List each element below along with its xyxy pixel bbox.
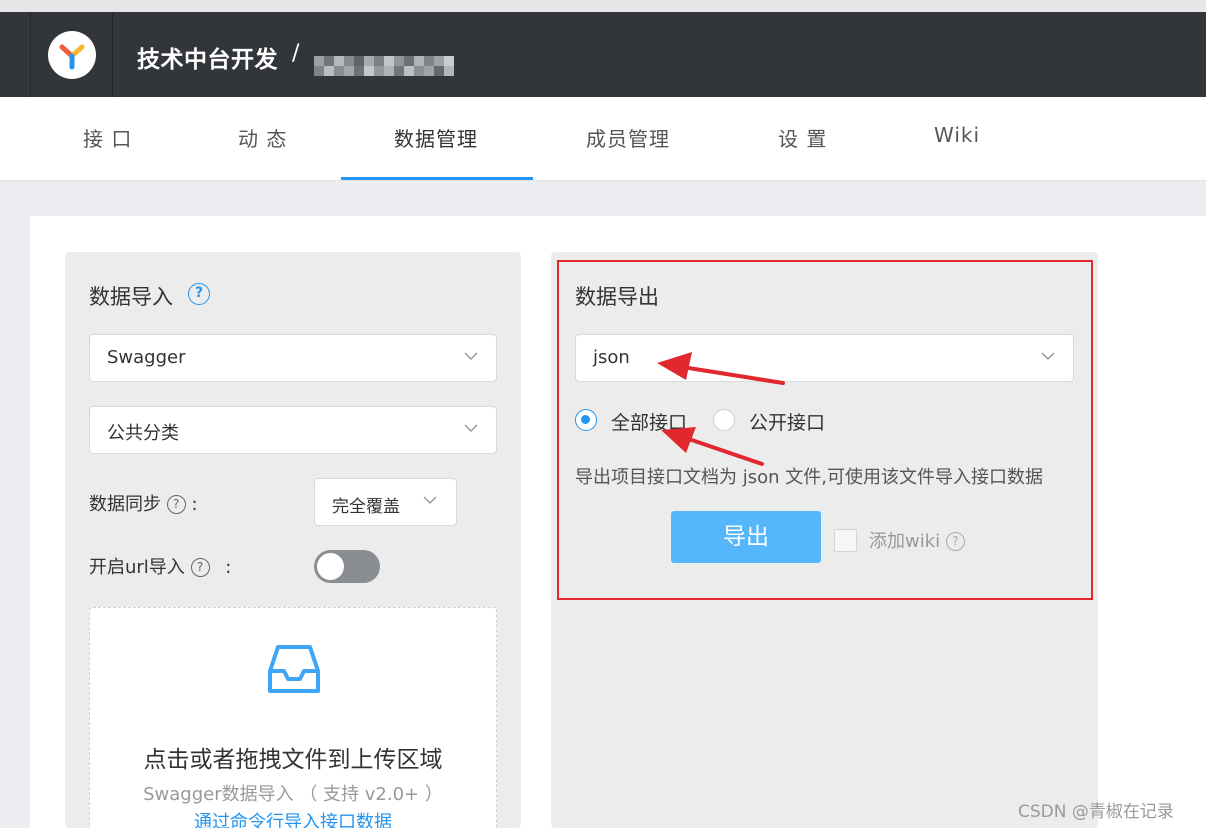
export-button[interactable]: 导出: [671, 511, 821, 563]
question-circle-icon[interactable]: ?: [188, 283, 210, 305]
tab-settings[interactable]: 设 置: [778, 123, 827, 152]
tab-interface[interactable]: 接 口: [83, 123, 132, 152]
tab-data-management[interactable]: 数据管理: [394, 123, 478, 152]
chevron-down-icon: [464, 424, 478, 433]
app-header: 技术中台开发 /: [0, 12, 1206, 97]
url-import-label: 开启url导入 ? :: [89, 553, 231, 579]
tab-member-management[interactable]: 成员管理: [586, 123, 670, 152]
active-tab-indicator: [341, 177, 533, 180]
question-circle-icon[interactable]: ?: [190, 558, 210, 577]
watermark: CSDN @青椒在记录: [1018, 802, 1174, 822]
radio-public-interfaces[interactable]: [713, 409, 735, 431]
add-wiki-text: 添加wiki: [869, 531, 941, 552]
data-sync-label: 数据同步 ? :: [89, 490, 198, 516]
export-description: 导出项目接口文档为 json 文件,可使用该文件导入接口数据: [575, 467, 1043, 488]
data-sync-colon: :: [191, 494, 198, 515]
chevron-down-icon: [423, 496, 437, 505]
url-import-colon: :: [225, 557, 232, 578]
export-format-select[interactable]: json: [575, 334, 1074, 382]
project-nav-tabs: 接 口 动 态 数据管理 成员管理 设 置 Wiki: [0, 97, 1206, 181]
dropzone-subtitle: Swagger数据导入 （ 支持 v2.0+ ）: [143, 784, 443, 805]
chevron-down-icon: [1041, 352, 1055, 361]
add-wiki-checkbox[interactable]: [834, 529, 857, 552]
breadcrumb-separator: /: [292, 41, 300, 66]
window-top-strip: [0, 0, 1206, 12]
chevron-down-icon: [464, 352, 478, 361]
tab-wiki[interactable]: Wiki: [934, 123, 980, 147]
cli-import-link[interactable]: 通过命令行导入接口数据: [90, 808, 496, 828]
question-circle-icon[interactable]: ?: [166, 495, 186, 514]
data-sync-select[interactable]: 完全覆盖: [314, 478, 457, 526]
import-title: 数据导入: [89, 285, 173, 309]
upload-dropzone[interactable]: 点击或者拖拽文件到上传区域 Swagger数据导入 （ 支持 v2.0+ ） 通…: [89, 607, 497, 828]
data-sync-text: 数据同步: [89, 494, 161, 515]
import-format-select[interactable]: Swagger: [89, 334, 497, 382]
import-format-value: Swagger: [107, 347, 186, 368]
data-sync-value: 完全覆盖: [332, 497, 400, 517]
import-category-value: 公共分类: [107, 423, 179, 444]
url-import-text: 开启url导入: [89, 557, 185, 578]
add-wiki-label: 添加wiki ?: [869, 527, 965, 553]
url-import-toggle[interactable]: [314, 550, 380, 583]
tab-activity[interactable]: 动 态: [238, 123, 287, 152]
dropzone-title: 点击或者拖拽文件到上传区域: [143, 747, 443, 773]
toggle-knob: [317, 553, 344, 580]
radio-all-interfaces[interactable]: [575, 409, 597, 431]
logo-container[interactable]: [30, 12, 113, 97]
export-format-value: json: [593, 347, 630, 368]
blurred-project-name: [314, 56, 459, 78]
radio-all-interfaces-label[interactable]: 全部接口: [611, 408, 687, 435]
inbox-icon: [268, 645, 320, 693]
radio-public-interfaces-label[interactable]: 公开接口: [749, 408, 825, 435]
yapi-logo-icon: [48, 31, 96, 79]
question-circle-icon[interactable]: ?: [945, 532, 965, 551]
import-category-select[interactable]: 公共分类: [89, 406, 497, 454]
export-title: 数据导出: [575, 285, 659, 309]
project-title[interactable]: 技术中台开发: [137, 40, 278, 74]
